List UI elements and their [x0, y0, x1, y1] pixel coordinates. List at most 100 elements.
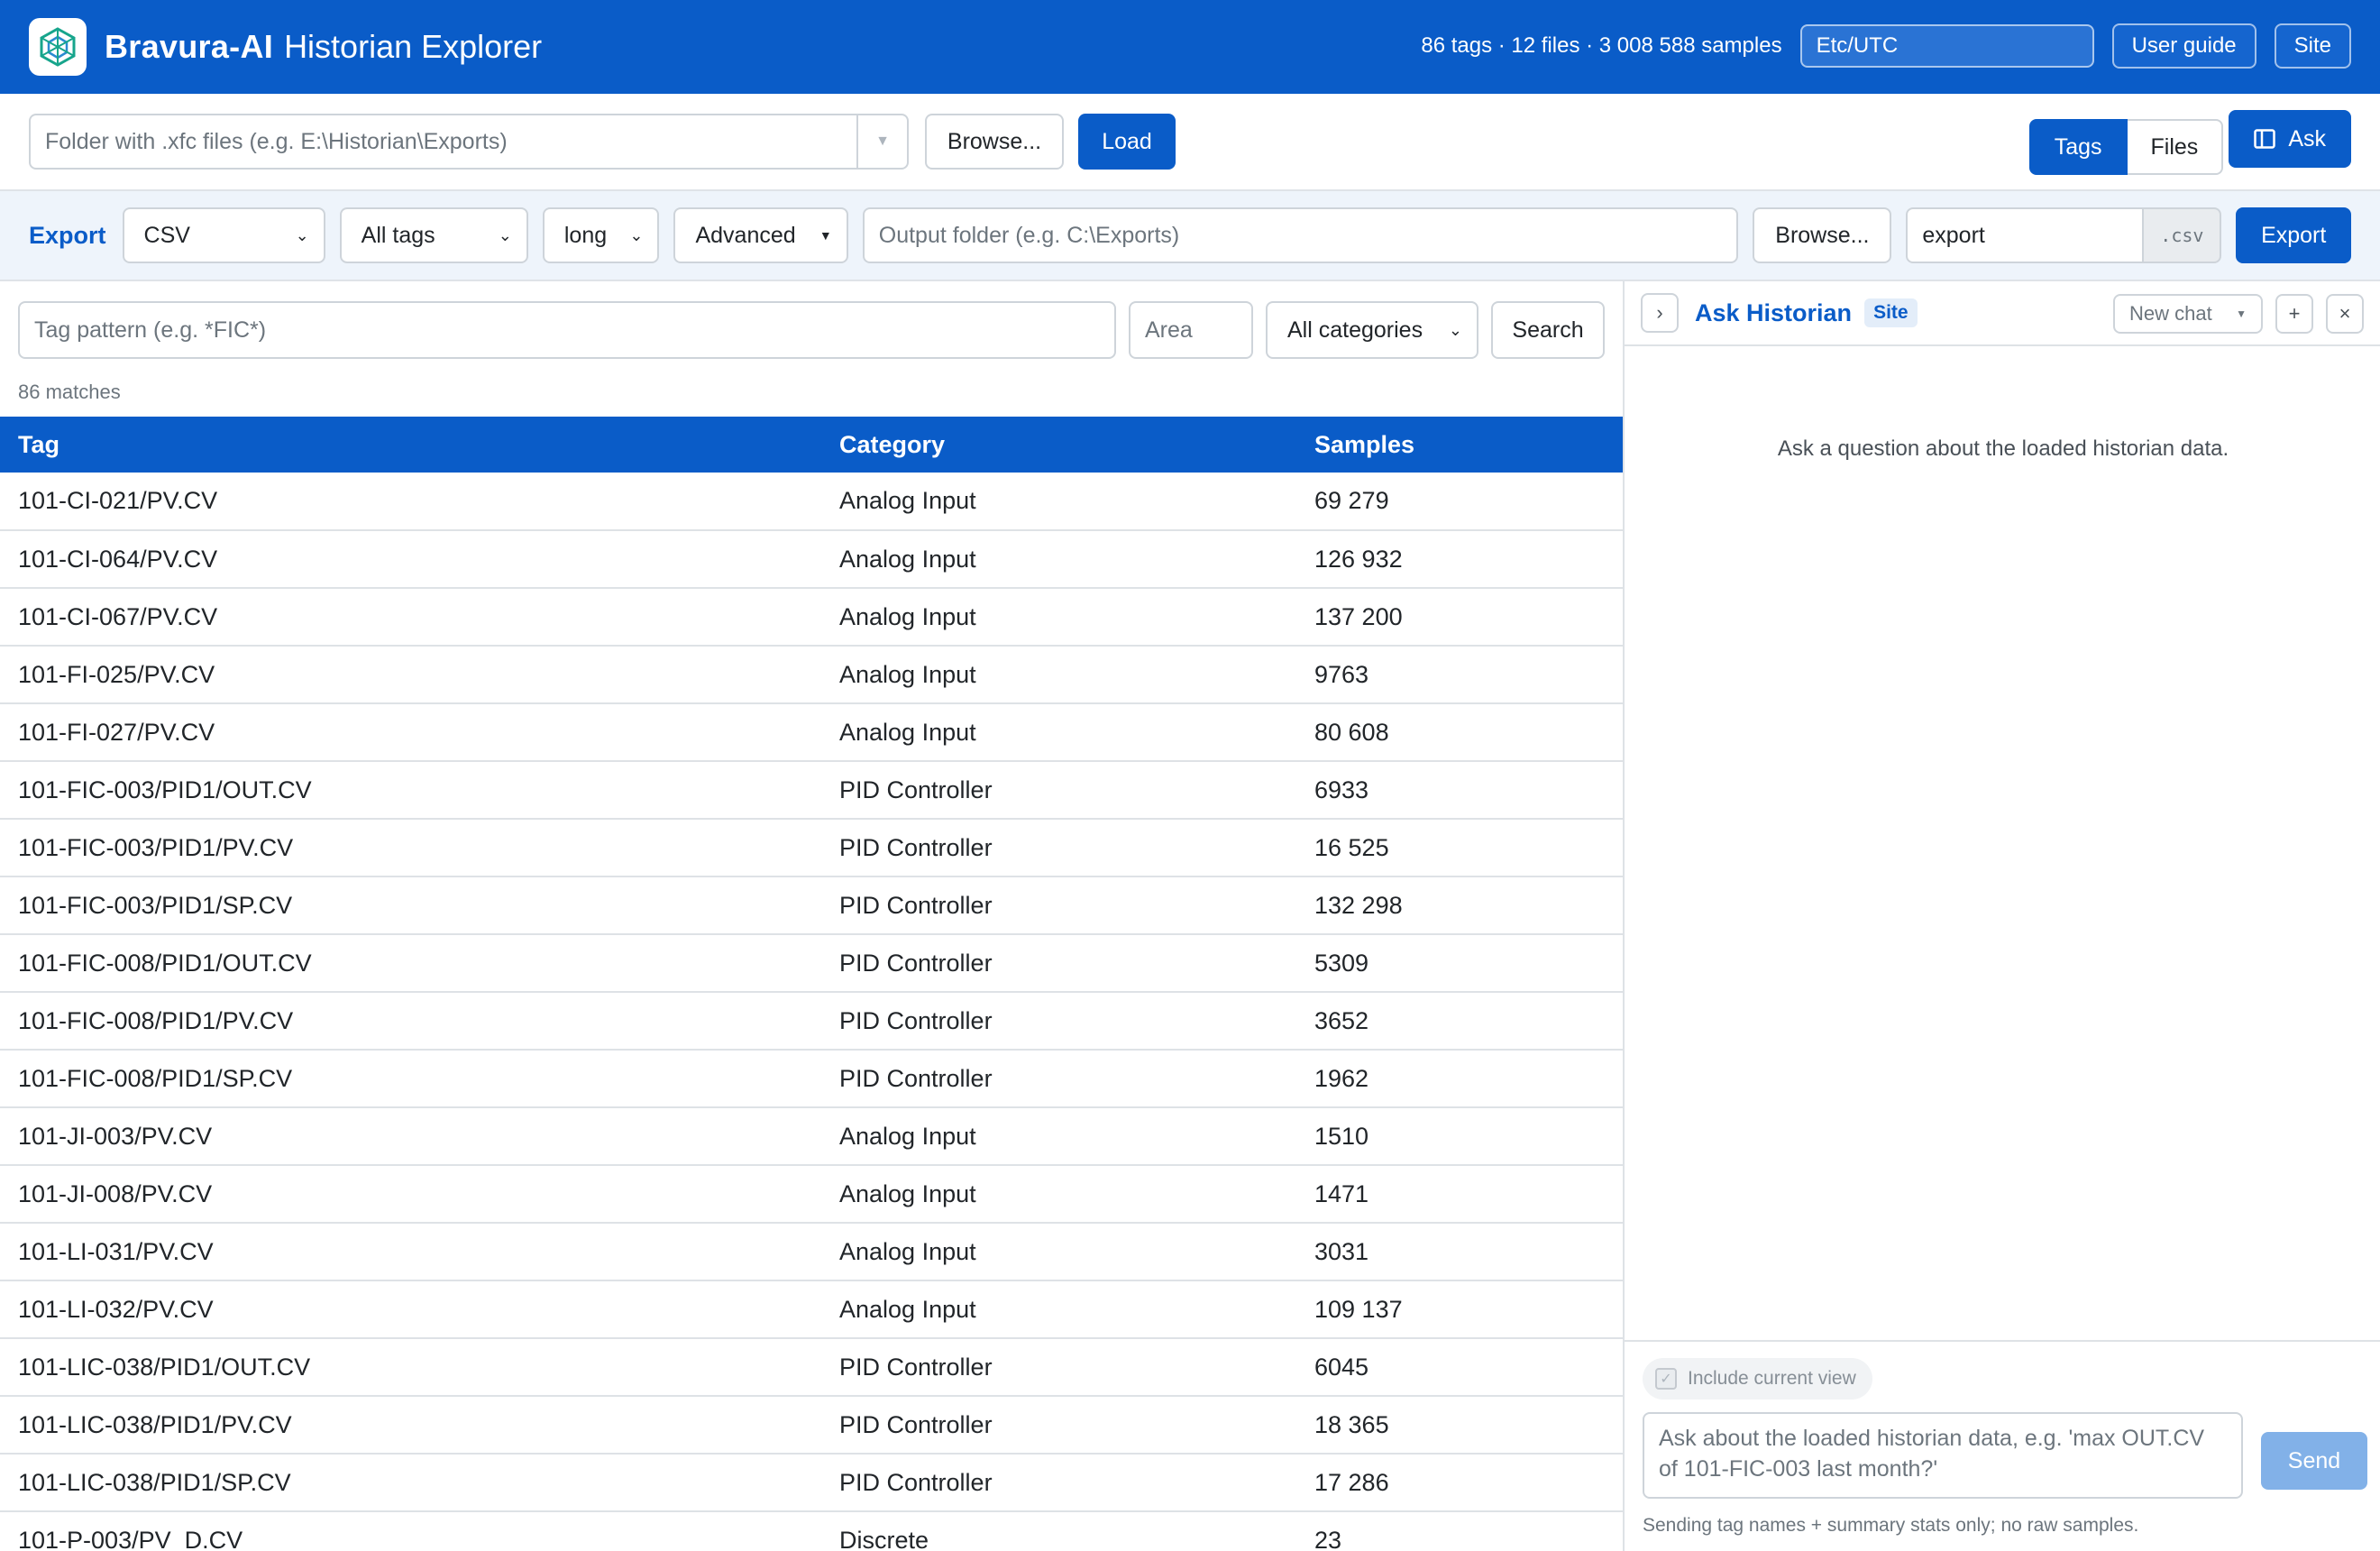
cube-logo-icon — [40, 27, 76, 67]
chevron-right-icon: › — [1656, 301, 1663, 324]
include-view-checkbox[interactable]: ✓ — [1655, 1368, 1677, 1390]
samples-cell: 137 200 — [1296, 588, 1623, 647]
samples-cell: 132 298 — [1296, 876, 1623, 935]
match-count: 86 matches — [18, 381, 121, 403]
column-header-category[interactable]: Category — [821, 417, 1296, 473]
export-layout-select[interactable]: long ⌄ — [542, 207, 660, 263]
table-header-row: Tag Category Samples — [0, 417, 1623, 473]
sidebar-panel-icon — [2254, 129, 2276, 149]
ask-panel-label: Ask — [2288, 125, 2326, 151]
table-row[interactable]: 101-LI-032/PV.CV Analog Input 109 137 — [0, 1280, 1623, 1339]
close-panel-button[interactable]: × — [2326, 294, 2364, 334]
advanced-dropdown[interactable]: Advanced ▼ — [673, 207, 848, 263]
export-scope-value: All tags — [361, 222, 435, 248]
ask-empty-message: Ask a question about the loaded historia… — [1777, 436, 2229, 461]
browse-output-button[interactable]: Browse... — [1753, 207, 1892, 263]
table-row[interactable]: 101-LIC-038/PID1/OUT.CV PID Controller 604… — [0, 1338, 1623, 1397]
ask-input[interactable]: Ask about the loaded historian data, e.g… — [1643, 1412, 2243, 1499]
ask-panel-title: Ask Historian — [1695, 298, 1853, 326]
category-cell: Analog Input — [821, 703, 1296, 762]
export-label: Export — [29, 221, 106, 249]
chevron-down-icon: ⌄ — [295, 225, 309, 244]
send-button[interactable]: Send — [2261, 1432, 2367, 1490]
table-row[interactable]: 101-JI-008/PV.CV Analog Input 1471 — [0, 1165, 1623, 1224]
export-format-select[interactable]: CSV ⌄ — [122, 207, 325, 263]
filename-group: export .csv — [1906, 207, 2222, 263]
category-cell: PID Controller — [821, 1338, 1296, 1397]
tag-cell: 101-FI-025/PV.CV — [0, 646, 821, 704]
tags-pane: Tag pattern (e.g. *FIC*) Area All catego… — [0, 281, 1623, 1551]
samples-cell: 18 365 — [1296, 1396, 1623, 1455]
tag-pattern-input[interactable]: Tag pattern (e.g. *FIC*) — [18, 301, 1116, 359]
view-toggle: Tags Files Ask — [2028, 110, 2351, 175]
samples-cell: 69 279 — [1296, 473, 1623, 531]
browse-folder-button[interactable]: Browse... — [925, 114, 1064, 170]
site-button[interactable]: Site — [2274, 23, 2351, 69]
table-row[interactable]: 101-FIC-008/PID1/PV.CV PID Controller 3652 — [0, 992, 1623, 1051]
samples-cell: 9763 — [1296, 646, 1623, 704]
table-row[interactable]: 101-LIC-038/PID1/PV.CV PID Controller 18 3… — [0, 1396, 1623, 1455]
category-select[interactable]: All categories ⌄ — [1266, 301, 1478, 359]
export-toolbar: Export CSV ⌄ All tags ⌄ long ⌄ Advanced ▼ Ou… — [0, 191, 2380, 281]
collapse-panel-button[interactable]: › — [1641, 293, 1679, 333]
folder-history-caret-icon[interactable]: ▼ — [856, 115, 907, 168]
new-chat-button[interactable]: + — [2275, 294, 2313, 334]
samples-cell: 109 137 — [1296, 1280, 1623, 1339]
area-input[interactable]: Area — [1129, 301, 1253, 359]
load-button[interactable]: Load — [1078, 114, 1176, 170]
table-row[interactable]: 101-CI-067/PV.CV Analog Input 137 200 — [0, 588, 1623, 647]
user-guide-button[interactable]: User guide — [2111, 23, 2256, 69]
export-scope-select[interactable]: All tags ⌄ — [339, 207, 528, 263]
table-row[interactable]: 101-FIC-003/PID1/PV.CV PID Controller 16 5… — [0, 819, 1623, 877]
column-header-tag[interactable]: Tag — [0, 417, 821, 473]
table-row[interactable]: 101-LIC-038/PID1/SP.CV PID Controller 17 2… — [0, 1454, 1623, 1512]
output-folder-input[interactable]: Output folder (e.g. C:\Exports) — [862, 207, 1739, 263]
table-row[interactable]: 101-JI-003/PV.CV Analog Input 1510 — [0, 1107, 1623, 1166]
dataset-stats: 86 tags · 12 files · 3 008 588 samples — [1421, 33, 1782, 58]
tag-cell: 101-LIC-038/PID1/PV.CV — [0, 1396, 821, 1455]
category-cell: Analog Input — [821, 473, 1296, 531]
output-folder-placeholder: Output folder (e.g. C:\Exports) — [878, 222, 1180, 248]
samples-cell: 6933 — [1296, 761, 1623, 820]
folder-input[interactable]: Folder with .xfc files (e.g. E:\Historia… — [29, 114, 909, 170]
table-row[interactable]: 101-CI-021/PV.CV Analog Input 69 279 — [0, 473, 1623, 531]
ask-panel-button[interactable]: Ask — [2229, 110, 2351, 168]
category-cell: Analog Input — [821, 1165, 1296, 1224]
table-row[interactable]: 101-FIC-003/PID1/OUT.CV PID Controller 693… — [0, 761, 1623, 820]
app-brand: Bravura-AI — [105, 28, 274, 65]
folder-input-placeholder: Folder with .xfc files (e.g. E:\Historia… — [45, 128, 508, 154]
category-cell: Analog Input — [821, 530, 1296, 589]
column-header-samples[interactable]: Samples — [1296, 417, 1623, 473]
tag-cell: 101-FIC-003/PID1/SP.CV — [0, 876, 821, 935]
samples-cell: 16 525 — [1296, 819, 1623, 877]
table-row[interactable]: 101-FI-025/PV.CV Analog Input 9763 — [0, 646, 1623, 704]
table-row[interactable]: 101-FIC-008/PID1/SP.CV PID Controller 1962 — [0, 1050, 1623, 1108]
include-view-toggle[interactable]: ✓ Include current view — [1643, 1358, 1872, 1400]
table-row[interactable]: 101-FI-027/PV.CV Analog Input 80 608 — [0, 703, 1623, 762]
tag-cell: 101-CI-064/PV.CV — [0, 530, 821, 589]
filename-input[interactable]: export — [1906, 207, 2143, 263]
table-row[interactable]: 101-FIC-003/PID1/SP.CV PID Controller 132 … — [0, 876, 1623, 935]
export-layout-value: long — [563, 222, 608, 248]
search-button[interactable]: Search — [1491, 301, 1605, 359]
table-row[interactable]: 101-P-003/PV_D.CV Discrete 23 — [0, 1511, 1623, 1551]
table-row[interactable]: 101-CI-064/PV.CV Analog Input 126 932 — [0, 530, 1623, 589]
table-row[interactable]: 101-LI-031/PV.CV Analog Input 3031 — [0, 1223, 1623, 1281]
tab-tags[interactable]: Tags — [2028, 119, 2128, 175]
table-row[interactable]: 101-FIC-008/PID1/OUT.CV PID Controller 530… — [0, 934, 1623, 993]
main-area: Tag pattern (e.g. *FIC*) Area All catego… — [0, 281, 2380, 1551]
chevron-down-icon: ⌄ — [498, 225, 512, 244]
table-body: 101-CI-021/PV.CV Analog Input 69 279 101-CI… — [0, 473, 1623, 1551]
caret-down-icon: ▼ — [2236, 307, 2247, 320]
export-button[interactable]: Export — [2236, 207, 2352, 263]
timezone-input[interactable]: Etc/UTC — [1799, 24, 2094, 68]
samples-cell: 1471 — [1296, 1165, 1623, 1224]
category-cell: Analog Input — [821, 1107, 1296, 1166]
samples-cell: 1962 — [1296, 1050, 1623, 1108]
tag-cell: 101-CI-067/PV.CV — [0, 588, 821, 647]
app-logo — [29, 18, 87, 76]
new-chat-dropdown[interactable]: New chat ▼ — [2113, 294, 2263, 334]
category-cell: Analog Input — [821, 1223, 1296, 1281]
tab-files[interactable]: Files — [2127, 119, 2224, 175]
category-cell: PID Controller — [821, 1050, 1296, 1108]
